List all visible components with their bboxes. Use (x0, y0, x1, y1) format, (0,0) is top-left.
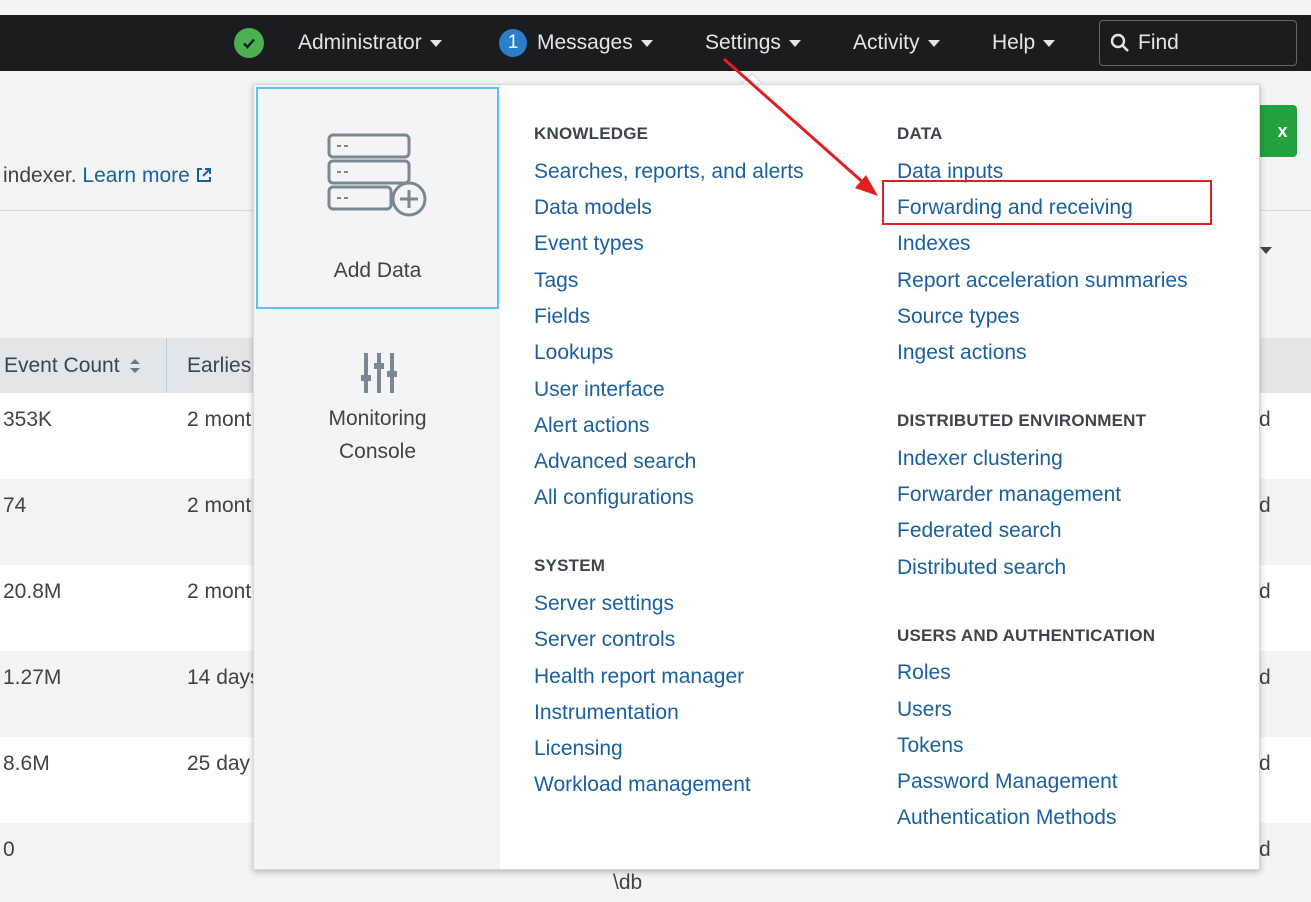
page-info-text: indexer. Learn more (3, 164, 212, 188)
caret-down-icon[interactable] (1260, 247, 1272, 254)
menu-item-password-management[interactable]: Password Management (897, 770, 1118, 794)
menu-item-workload-management[interactable]: Workload management (534, 773, 751, 797)
menu-item-alert-actions[interactable]: Alert actions (534, 414, 650, 438)
info-text: indexer. (3, 164, 77, 187)
status-cell: d (1259, 580, 1271, 603)
menu-item-forwarder-management[interactable]: Forwarder management (897, 483, 1121, 507)
highlight-box (882, 180, 1212, 225)
monitoring-console-tile[interactable]: Monitoring Console (256, 311, 499, 511)
menu-item-health-report-manager[interactable]: Health report manager (534, 665, 744, 689)
add-data-tile[interactable]: Add Data (256, 87, 499, 309)
menu-item-server-controls[interactable]: Server controls (534, 628, 675, 652)
menu-item-authentication-methods[interactable]: Authentication Methods (897, 806, 1116, 830)
menu-item-event-types[interactable]: Event types (534, 232, 644, 256)
health-status-icon[interactable] (234, 28, 264, 58)
find-input[interactable]: Find (1099, 20, 1297, 66)
add-data-label: Add Data (333, 259, 422, 282)
menu-item-ingest-actions[interactable]: Ingest actions (897, 341, 1027, 365)
menu-item-advanced-search[interactable]: Advanced search (534, 450, 696, 474)
status-cell: d (1259, 666, 1271, 689)
earliest-cell: 14 days (187, 666, 261, 689)
top-strip (0, 0, 1311, 15)
find-placeholder: Find (1138, 31, 1179, 54)
section-heading-data: DATA (897, 124, 943, 143)
administrator-label: Administrator (298, 31, 422, 54)
earliest-cell: 2 mont (187, 580, 252, 603)
column-separator (166, 338, 167, 393)
menu-item-searches-reports-alerts[interactable]: Searches, reports, and alerts (534, 160, 804, 184)
menu-item-indexes[interactable]: Indexes (897, 232, 971, 256)
menu-item-instrumentation[interactable]: Instrumentation (534, 701, 679, 725)
activity-menu[interactable]: Activity (853, 15, 940, 71)
event-count-cell: 1.27M (3, 666, 62, 689)
menu-item-report-acceleration-summaries[interactable]: Report acceleration summaries (897, 269, 1188, 293)
section-heading-system: SYSTEM (534, 556, 606, 575)
event-count-cell: 0 (3, 838, 15, 861)
sort-icon (129, 358, 140, 373)
messages-label: Messages (537, 31, 633, 54)
menu-item-fields[interactable]: Fields (534, 305, 590, 329)
caret-down-icon (927, 39, 940, 47)
event-count-cell: 20.8M (3, 580, 62, 603)
status-cell: d (1259, 752, 1271, 775)
caret-down-icon (788, 39, 801, 47)
status-cell: d (1259, 408, 1271, 431)
event-count-cell: 74 (3, 494, 27, 517)
section-heading-users-and-authentication: USERS AND AUTHENTICATION (897, 626, 1156, 645)
column-header-event-count[interactable]: Event Count (0, 338, 142, 393)
earliest-cell: 2 mont (187, 494, 252, 517)
add-data-icon (327, 133, 427, 217)
earliest-cell: 2 mont (187, 408, 252, 431)
menu-item-licensing[interactable]: Licensing (534, 737, 623, 761)
status-cell: d (1259, 494, 1271, 517)
menu-item-server-settings[interactable]: Server settings (534, 592, 674, 616)
menu-item-tokens[interactable]: Tokens (897, 734, 964, 758)
menu-item-data-models[interactable]: Data models (534, 196, 652, 220)
section-heading-distributed-environment: DISTRIBUTED ENVIRONMENT (897, 411, 1147, 430)
learn-more-label: Learn more (82, 164, 190, 187)
caret-down-icon (429, 39, 442, 47)
menu-item-users[interactable]: Users (897, 698, 952, 722)
event-count-cell: 353K (3, 408, 53, 431)
search-icon (1110, 33, 1129, 52)
sliders-icon (361, 353, 397, 393)
event-count-cell: 8.6M (3, 752, 50, 775)
earliest-cell: 25 day (187, 752, 251, 775)
caret-down-icon (1043, 39, 1056, 47)
status-cell: d (1259, 838, 1271, 861)
new-index-button-label: x (1277, 120, 1288, 141)
column-header-earliest[interactable]: Earlies (183, 338, 251, 393)
menu-item-roles[interactable]: Roles (897, 661, 951, 685)
menu-item-federated-search[interactable]: Federated search (897, 519, 1062, 543)
event-count-header-label: Event Count (4, 353, 120, 377)
earliest-header-label: Earlies (187, 353, 252, 377)
help-menu[interactable]: Help (992, 15, 1056, 71)
learn-more-link[interactable]: Learn more (82, 164, 211, 187)
menu-item-all-configurations[interactable]: All configurations (534, 486, 694, 510)
menu-item-indexer-clustering[interactable]: Indexer clustering (897, 447, 1063, 471)
monitoring-console-label-line1: Monitoring (328, 407, 427, 430)
top-navbar: Administrator 1 Messages Settings Activi… (0, 15, 1311, 71)
settings-menu[interactable]: Settings (705, 15, 801, 71)
dropdown-tiles-column: Add Data Monitoring Console (254, 85, 500, 869)
menu-item-tags[interactable]: Tags (534, 269, 578, 293)
monitoring-console-label-line2: Console (338, 440, 417, 463)
settings-label: Settings (705, 31, 781, 54)
caret-down-icon (640, 39, 653, 47)
menu-item-distributed-search[interactable]: Distributed search (897, 556, 1066, 580)
section-heading-knowledge: KNOWLEDGE (534, 124, 649, 143)
menu-item-user-interface[interactable]: User interface (534, 378, 665, 402)
activity-label: Activity (853, 31, 920, 54)
menu-item-source-types[interactable]: Source types (897, 305, 1020, 329)
path-cell: \db (613, 871, 643, 894)
external-link-icon (196, 168, 211, 182)
help-label: Help (992, 31, 1036, 54)
administrator-menu[interactable]: Administrator (298, 15, 442, 71)
messages-count-badge: 1 (499, 29, 527, 57)
menu-item-lookups[interactable]: Lookups (534, 341, 613, 365)
messages-menu[interactable]: 1 Messages (499, 15, 653, 71)
